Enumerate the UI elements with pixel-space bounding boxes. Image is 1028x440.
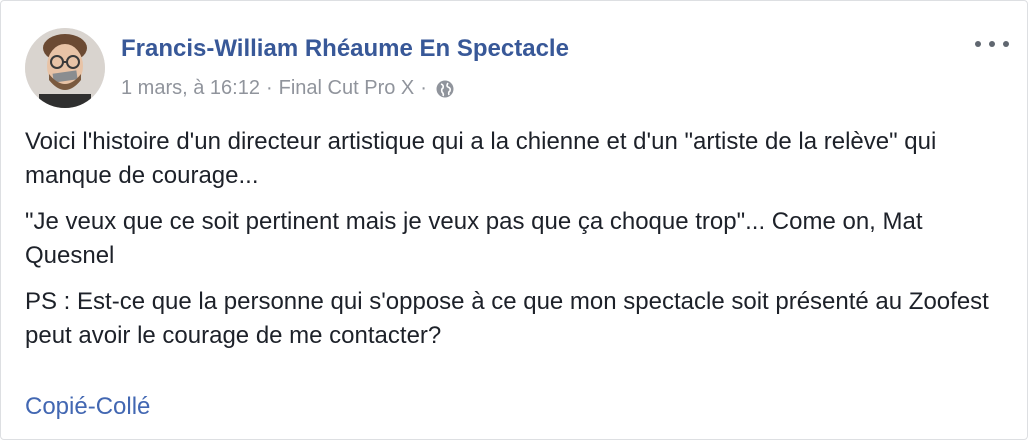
post-body: Voici l'histoire d'un directeur artistiq…: [25, 125, 1015, 365]
meta-separator: ·: [265, 77, 273, 99]
dot: [1003, 41, 1009, 47]
post-date[interactable]: 1 mars, à 16:12: [121, 77, 260, 100]
meta-separator: ·: [420, 77, 427, 99]
post-paragraph: PS : Est-ce que la personne qui s'oppose…: [25, 288, 989, 349]
post-paragraph: "Je veux que ce soit pertinent mais je v…: [25, 208, 923, 269]
dot: [975, 41, 981, 47]
more-options-icon[interactable]: [975, 37, 1009, 51]
globe-icon[interactable]: [435, 79, 455, 99]
author-name[interactable]: Francis-William Rhéaume En Spectacle: [121, 35, 569, 63]
post-card: Francis-William Rhéaume En Spectacle 1 m…: [0, 0, 1028, 440]
avatar[interactable]: [25, 28, 105, 108]
avatar-image: [25, 28, 105, 108]
post-paragraph: Voici l'histoire d'un directeur artistiq…: [25, 128, 937, 189]
post-app[interactable]: Final Cut Pro X: [279, 77, 415, 100]
copie-colle-link[interactable]: Copié-Collé: [25, 393, 150, 421]
post-meta: 1 mars, à 16:12 · Final Cut Pro X ·: [121, 77, 455, 100]
dot: [989, 41, 995, 47]
